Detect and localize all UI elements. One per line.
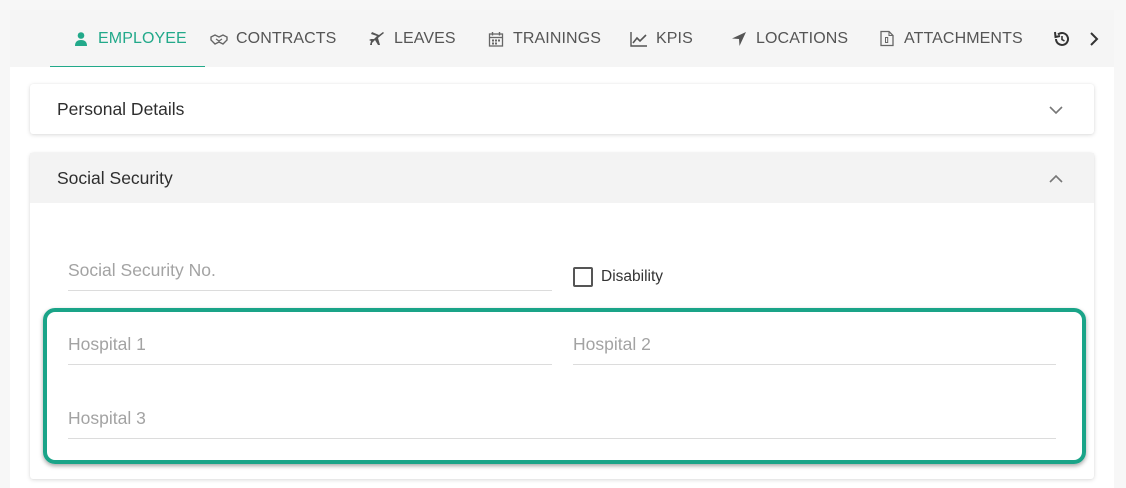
social-security-header[interactable]: Social Security bbox=[30, 153, 1094, 203]
panel-title: Social Security bbox=[57, 167, 173, 188]
tab-label: CONTRACTS bbox=[236, 29, 337, 47]
hospital-1-input[interactable] bbox=[68, 325, 552, 364]
handshake-icon bbox=[210, 30, 228, 48]
employee-form-page: EMPLOYEE CONTRACTS LEAVES TRAININGS KPIS bbox=[0, 0, 1126, 488]
tab-bar: EMPLOYEE CONTRACTS LEAVES TRAININGS KPIS bbox=[10, 10, 1114, 68]
plane-icon bbox=[368, 30, 386, 48]
personal-details-panel: Personal Details bbox=[30, 84, 1094, 134]
tab-label: LOCATIONS bbox=[756, 29, 849, 47]
hospital-3-field[interactable] bbox=[68, 399, 1056, 439]
tab-label: LEAVES bbox=[394, 29, 456, 47]
chevron-down-icon bbox=[1048, 102, 1064, 118]
history-icon[interactable] bbox=[1052, 29, 1072, 49]
tab-attachments[interactable]: ATTACHMENTS bbox=[878, 10, 1023, 67]
tab-label: KPIS bbox=[656, 29, 693, 47]
tab-kpis[interactable]: KPIS bbox=[630, 10, 693, 67]
tab-content: Personal Details Social Security Disabil… bbox=[10, 67, 1114, 488]
tab-leaves[interactable]: LEAVES bbox=[368, 10, 456, 67]
chevron-up-icon bbox=[1048, 171, 1064, 187]
social-security-no-field[interactable] bbox=[68, 251, 552, 291]
line-chart-icon bbox=[630, 30, 648, 48]
tab-label: EMPLOYEE bbox=[98, 29, 187, 47]
user-icon bbox=[72, 30, 90, 48]
social-security-no-input[interactable] bbox=[68, 251, 552, 290]
tab-locations[interactable]: LOCATIONS bbox=[730, 10, 848, 67]
hospital-2-input[interactable] bbox=[573, 325, 1056, 364]
social-security-panel: Social Security Disability bbox=[30, 153, 1094, 479]
location-arrow-icon bbox=[730, 30, 748, 48]
tab-employee[interactable]: EMPLOYEE bbox=[50, 10, 205, 68]
tab-contracts[interactable]: CONTRACTS bbox=[210, 10, 336, 67]
hospital-3-input[interactable] bbox=[68, 399, 1056, 438]
personal-details-header[interactable]: Personal Details bbox=[30, 84, 1094, 134]
file-icon bbox=[878, 30, 896, 48]
tab-label: TRAININGS bbox=[513, 29, 602, 47]
chevron-right-icon[interactable] bbox=[1086, 29, 1102, 49]
tab-label: ATTACHMENTS bbox=[904, 29, 1023, 47]
panel-title: Personal Details bbox=[57, 98, 185, 119]
disability-label: Disability bbox=[601, 268, 664, 285]
hospital-2-field[interactable] bbox=[573, 325, 1056, 365]
tab-trainings[interactable]: TRAININGS bbox=[487, 10, 601, 67]
calendar-icon bbox=[487, 30, 505, 48]
hospital-1-field[interactable] bbox=[68, 325, 552, 365]
disability-checkbox[interactable] bbox=[573, 267, 593, 287]
disability-checkbox-wrap[interactable]: Disability bbox=[573, 267, 663, 287]
